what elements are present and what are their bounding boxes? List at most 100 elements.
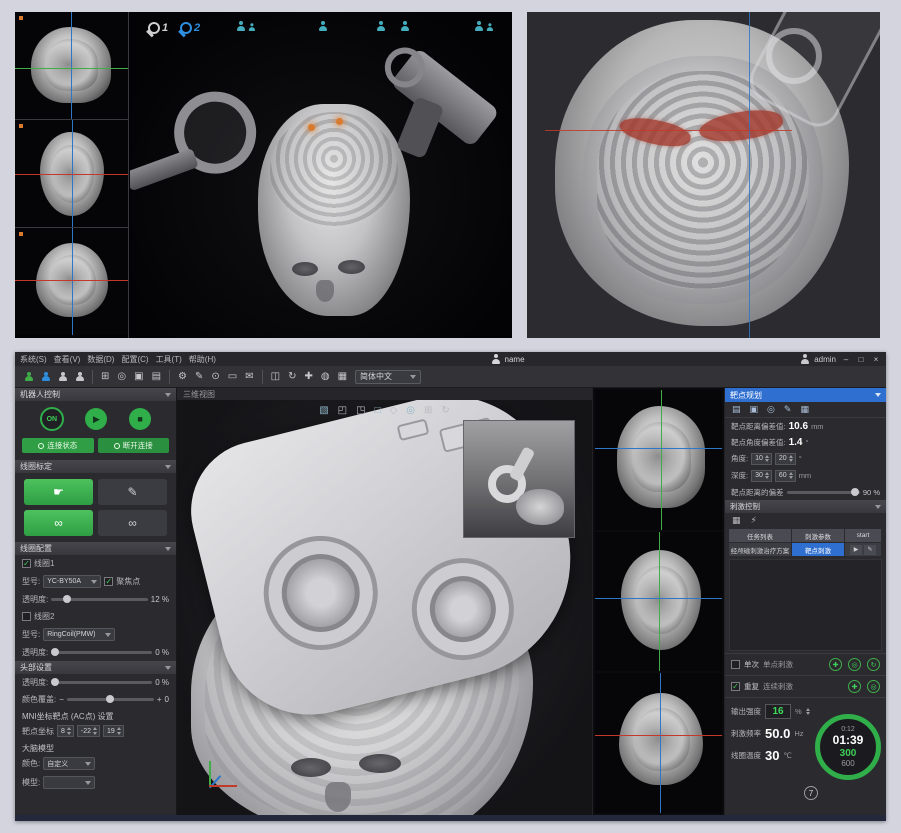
edit-icon[interactable]: ✎ [195,372,203,382]
single-action-icon[interactable]: ◎ [848,658,861,671]
focus-checkbox[interactable] [104,577,113,586]
edit-icon[interactable]: ✎ [784,404,792,415]
grid-icon[interactable]: ▦ [732,515,741,526]
view-target-icon[interactable]: ◎ [406,405,415,416]
minimize-button[interactable]: – [841,355,851,364]
coil1-opacity-slider[interactable] [51,598,148,601]
gear-icon[interactable]: ⚙ [178,372,187,382]
depth-min-stepper[interactable]: 30 [751,470,772,482]
view-front-icon[interactable]: ◰ [338,405,347,416]
add-icon[interactable]: ✚ [304,372,312,382]
patient-list-icon[interactable] [75,372,84,382]
menu-view[interactable]: 查看(V) [54,354,81,365]
coil1-calibration-button[interactable]: ∞ [24,510,93,536]
main-3d-scene[interactable]: 1 2 [130,12,512,338]
robot-stop-button[interactable]: ■ [129,408,151,430]
section-target-planning[interactable]: 靶点规划 [725,388,886,402]
probe-calibration-button[interactable]: ✎ [98,479,167,505]
stepper-arrows[interactable] [806,708,811,716]
plus-button[interactable]: + [157,695,162,704]
thumb-coronal-view[interactable] [15,228,128,335]
view-back-icon[interactable]: ◳ [356,405,365,416]
task-edit-button[interactable]: ✎ [864,545,876,555]
coil1-checkbox[interactable] [22,559,31,568]
section-stimulation-control[interactable]: 刺激控制 [725,500,886,513]
sagittal-slice-view[interactable] [595,390,722,530]
section-head-settings[interactable]: 头部设置 [15,661,176,674]
repeat-action-icon[interactable]: ✚ [848,680,861,693]
brain-model-select[interactable] [43,776,95,789]
angle-min-stepper[interactable]: 10 [751,453,772,465]
menu-config[interactable]: 配置(C) [121,354,148,365]
layout-icon[interactable]: ◫ [271,372,280,382]
menu-data[interactable]: 数据(D) [87,354,114,365]
coil2-checkbox[interactable] [22,612,31,621]
view-iso-icon[interactable]: ◇ [390,405,398,416]
target-z-stepper[interactable]: 19 [103,725,124,737]
repeat-action-icon[interactable]: ◎ [867,680,880,693]
connect-status-button[interactable]: 连接状态 [22,438,94,453]
camera-icon[interactable]: ⊙ [211,372,219,382]
view-grid-icon[interactable]: ⊞ [424,405,432,416]
target-x-stepper[interactable]: 8 [57,725,74,737]
angle-max-stepper[interactable]: 20 [775,453,796,465]
menu-help[interactable]: 帮助(H) [189,354,216,365]
coil2-opacity-slider[interactable] [51,651,152,654]
robot-start-button[interactable]: ▶ [85,408,107,430]
brain-icon[interactable]: ◍ [321,372,330,382]
lightning-icon[interactable]: ⚡ [751,515,757,526]
target-deviation-slider[interactable] [787,491,860,494]
3d-viewport[interactable]: ▧ ◰ ◳ □ ◇ ◎ ⊞ ↻ [177,400,592,815]
section-robot-control[interactable]: 机器人控制 [15,388,176,401]
brain-overlay-panel[interactable] [527,12,880,338]
counter-badge[interactable]: 7 [804,786,818,800]
section-coil-config[interactable]: 线圈配置 [15,542,176,555]
list-icon[interactable]: ▦ [800,404,809,415]
menu-system[interactable]: 系统(S) [20,354,47,365]
mail-icon[interactable]: ✉ [245,372,253,382]
brain-color-select[interactable]: 自定义 [43,757,95,770]
coil2-calibration-button[interactable]: ∞ [98,510,167,536]
coil-2-marker[interactable]: 2 [178,22,200,36]
coronal-slice-view[interactable] [595,673,722,813]
view-reset-icon[interactable]: ↻ [441,405,449,416]
single-checkbox[interactable] [731,660,740,669]
target-icon[interactable]: ◎ [117,372,126,382]
disconnect-button[interactable]: 断开连接 [98,438,170,453]
table-row[interactable]: 经颅磁刺激治疗方案 靶点刺激 ▶ ✎ [729,543,882,556]
patient-edit-icon[interactable] [58,372,67,382]
thumb-axial-view[interactable] [15,120,128,228]
language-select[interactable]: 简体中文 [355,370,421,384]
repeat-checkbox[interactable] [731,682,740,691]
save-icon[interactable]: ▣ [134,372,143,382]
thumb-sagittal-view[interactable] [15,12,128,120]
refresh-icon[interactable]: ↻ [288,372,296,382]
output-intensity-field[interactable]: 16 [765,704,791,719]
close-button[interactable]: × [871,355,881,364]
grid-icon[interactable]: ⊞ [101,372,109,382]
folder-icon[interactable]: ▤ [732,404,741,415]
section-coil-calibration[interactable]: 线圈标定 [15,460,176,473]
monitor-icon[interactable]: ▭ [228,372,237,382]
view-box-icon[interactable]: □ [375,405,381,416]
patient-add-icon[interactable] [24,372,33,382]
minus-button[interactable]: − [59,695,64,704]
table-icon[interactable]: ▦ [338,372,347,382]
coil2-model-select[interactable]: RingCoil(PMW) [43,628,115,641]
task-list-area[interactable] [729,559,882,651]
hand-calibration-button[interactable]: ☛ [24,479,93,505]
single-action-icon[interactable]: ✚ [829,658,842,671]
patient-select-icon[interactable] [41,372,50,382]
axial-slice-view[interactable] [595,532,722,672]
folder-icon[interactable]: ▤ [152,372,161,382]
coil-1-marker[interactable]: 1 [146,22,168,36]
target-y-stepper[interactable]: -22 [77,725,100,737]
overlay-slider[interactable] [67,698,154,701]
head-opacity-slider[interactable] [51,681,152,684]
coil1-model-select[interactable]: YC-BY50A [43,575,101,588]
maximize-button[interactable]: □ [856,355,866,364]
task-start-button[interactable]: ▶ [850,545,862,555]
save-icon[interactable]: ▣ [750,404,759,415]
menu-tools[interactable]: 工具(T) [156,354,182,365]
inset-view[interactable] [463,420,575,538]
